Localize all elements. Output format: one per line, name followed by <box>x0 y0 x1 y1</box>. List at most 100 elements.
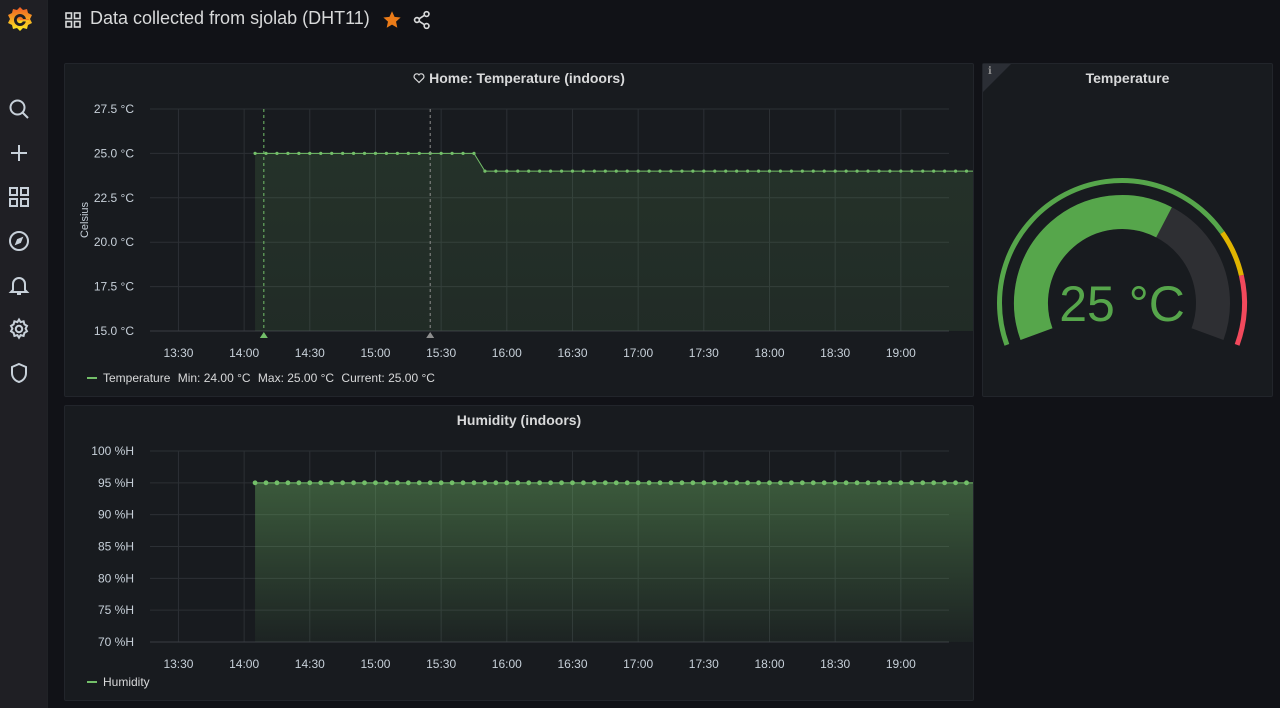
data-point <box>614 169 618 173</box>
y-tick-label: 20.0 °C <box>94 235 134 249</box>
data-point <box>658 169 662 173</box>
data-point <box>746 169 750 173</box>
data-point <box>253 151 257 155</box>
data-point <box>953 169 958 173</box>
data-point <box>494 169 498 173</box>
temperature-graph-panel-title[interactable]: Home: Temperature (indoors) <box>65 70 973 86</box>
data-point <box>723 480 729 486</box>
panel-title-text: Home: Temperature (indoors) <box>429 70 625 86</box>
alerting-bell-icon[interactable] <box>7 273 31 297</box>
data-point <box>351 151 356 155</box>
data-point <box>570 480 575 486</box>
data-point <box>702 169 706 173</box>
data-point <box>701 480 707 486</box>
data-point <box>712 480 718 486</box>
x-tick-label: 19:00 <box>886 346 916 360</box>
data-point <box>899 169 903 173</box>
legend-series-name: Temperature <box>103 371 171 385</box>
data-point <box>679 480 685 486</box>
favorite-star-icon[interactable] <box>381 9 403 31</box>
temperature-gauge-title[interactable]: Temperature <box>983 70 1272 86</box>
data-point <box>646 480 652 486</box>
data-point <box>756 169 761 173</box>
data-point <box>461 151 465 155</box>
heart-icon <box>413 73 425 84</box>
data-point <box>351 480 356 486</box>
data-point <box>472 151 476 155</box>
temperature-legend[interactable]: Temperature Min: 24.00 °C Max: 25.00 °C … <box>87 371 439 385</box>
data-point <box>537 480 543 486</box>
data-point <box>636 169 640 173</box>
x-tick-label: 13:30 <box>163 346 193 360</box>
data-point <box>821 480 827 486</box>
temperature-gauge-panel: i Temperature 25 °C <box>982 63 1273 397</box>
data-point <box>319 151 323 155</box>
grafana-logo-icon[interactable] <box>4 4 36 36</box>
data-point <box>690 480 696 486</box>
data-point <box>909 480 915 486</box>
data-point <box>252 480 258 486</box>
data-point <box>308 151 312 155</box>
data-point <box>942 480 948 486</box>
x-tick-label: 16:30 <box>557 657 587 671</box>
data-point <box>505 169 509 173</box>
data-point <box>449 480 455 486</box>
data-point <box>559 480 564 486</box>
legend-current: Current: 25.00 °C <box>341 371 435 385</box>
series-area-temperature <box>255 153 973 331</box>
data-point <box>943 169 947 173</box>
plus-icon[interactable] <box>7 141 31 165</box>
data-point <box>493 480 499 486</box>
data-point <box>405 480 411 486</box>
data-point <box>450 151 454 155</box>
temperature-chart[interactable]: 15.0 °C 17.5 °C 20.0 °C 22.5 °C 25.0 °C 27.5 … <box>65 92 973 382</box>
x-tick-label: 14:30 <box>295 346 325 360</box>
data-point <box>548 480 553 486</box>
data-point <box>427 480 433 486</box>
data-point <box>307 480 313 486</box>
data-point <box>559 169 564 173</box>
data-point <box>964 480 969 486</box>
data-point <box>527 169 531 173</box>
data-point <box>581 480 586 486</box>
data-point <box>603 169 607 173</box>
share-icon[interactable] <box>411 9 433 31</box>
data-point <box>767 480 772 486</box>
data-point <box>384 151 389 155</box>
data-point <box>592 169 596 173</box>
data-point <box>406 151 410 155</box>
x-tick-label: 15:00 <box>360 657 390 671</box>
server-admin-shield-icon[interactable] <box>7 361 31 385</box>
data-point <box>767 169 772 173</box>
data-point <box>516 169 520 173</box>
explore-compass-icon[interactable] <box>7 229 31 253</box>
temperature-gauge: 25 °C <box>997 178 1247 346</box>
data-point <box>285 480 291 486</box>
data-point <box>515 480 521 486</box>
dashboards-icon[interactable] <box>7 185 31 209</box>
data-point <box>373 151 378 155</box>
data-point <box>910 169 914 173</box>
gauge-threshold-band <box>1220 231 1244 277</box>
y-tick-label: 85 %H <box>98 540 134 554</box>
x-tick-label: 15:30 <box>426 346 456 360</box>
search-icon[interactable] <box>7 97 31 121</box>
data-point <box>570 169 575 173</box>
data-point <box>734 480 740 486</box>
humidity-legend[interactable]: Humidity <box>87 675 154 689</box>
data-point <box>296 480 302 486</box>
gauge-value-text: 25 °C <box>1059 276 1185 332</box>
dashboard-title[interactable]: Data collected from sjolab (DHT11) <box>90 8 370 29</box>
series-area-humidity <box>255 482 973 642</box>
data-point <box>340 480 346 486</box>
humidity-chart[interactable]: 70 %H 75 %H 80 %H 85 %H 90 %H 95 %H 100 %H 13:3… <box>65 434 973 690</box>
data-point <box>264 151 268 155</box>
data-point <box>668 480 674 486</box>
sidebar <box>0 0 48 708</box>
humidity-graph-panel-title[interactable]: Humidity (indoors) <box>65 412 973 428</box>
data-point <box>416 480 422 486</box>
data-point <box>591 480 597 486</box>
configuration-gear-icon[interactable] <box>7 317 31 341</box>
dashboard-grid-icon <box>64 11 82 29</box>
data-point <box>635 480 641 486</box>
